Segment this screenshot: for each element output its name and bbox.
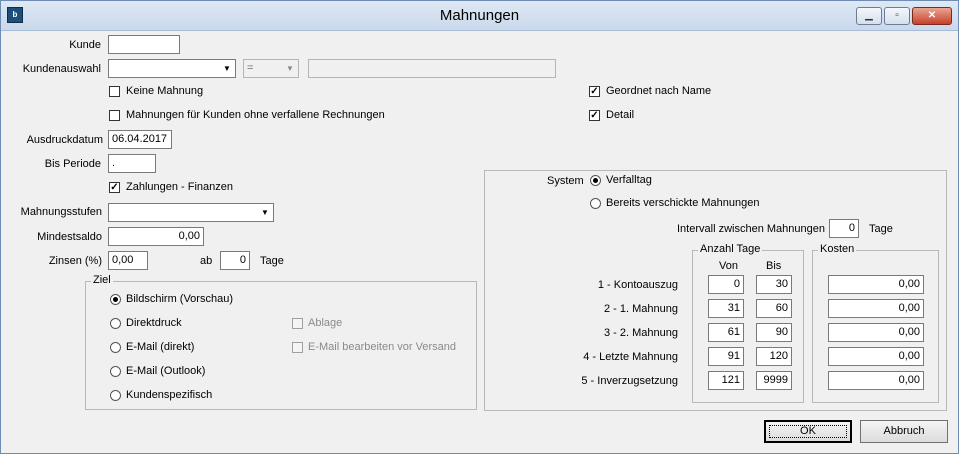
mahnungen-window: b Mahnungen ▁ ▫ ✕ Kunde Kundenauswahl ▼ … xyxy=(0,0,959,454)
email-bearbeiten-checkbox xyxy=(292,342,303,353)
ausdruckdatum-input[interactable]: 06.04.2017 xyxy=(108,130,172,149)
kosten-input[interactable]: 0,00 xyxy=(828,275,924,294)
detail-label: Detail xyxy=(606,109,635,121)
von-input[interactable]: 31 xyxy=(708,299,744,318)
kosten-input[interactable]: 0,00 xyxy=(828,323,924,342)
bis-periode-label: Bis Periode xyxy=(44,158,101,170)
kunde-label: Kunde xyxy=(69,39,101,51)
von-input[interactable]: 121 xyxy=(708,371,744,390)
stufe-label: 5 - Inverzugsetzung xyxy=(581,375,678,387)
detail-checkbox[interactable]: ✓ xyxy=(589,110,600,121)
von-input[interactable]: 61 xyxy=(708,323,744,342)
intervall-label: Intervall zwischen Mahnungen xyxy=(677,223,825,235)
ablage-checkbox xyxy=(292,318,303,329)
zahlungen-finanzen-label: Zahlungen - Finanzen xyxy=(126,181,234,193)
keine-mahnung-checkbox[interactable] xyxy=(109,86,120,97)
von-input[interactable]: 0 xyxy=(708,275,744,294)
bis-input[interactable]: 120 xyxy=(756,347,792,366)
kunde-input[interactable] xyxy=(108,35,180,54)
radio-email-outlook[interactable] xyxy=(110,366,121,377)
geordnet-nach-name-checkbox[interactable]: ✓ xyxy=(589,86,600,97)
zahlungen-finanzen-checkbox[interactable]: ✓ xyxy=(109,182,120,193)
bis-input[interactable]: 60 xyxy=(756,299,792,318)
ab-tage-input[interactable]: 0 xyxy=(220,251,250,270)
maximize-icon[interactable]: ▫ xyxy=(884,7,910,25)
mahnungsstufen-label: Mahnungsstufen xyxy=(20,206,102,218)
geordnet-nach-name-label: Geordnet nach Name xyxy=(606,85,712,97)
mahnungsstufen-combo[interactable]: ▼ xyxy=(108,203,274,222)
ziel-group-title: Ziel xyxy=(91,274,113,286)
ohne-verfallene-label: Mahnungen für Kunden ohne verfallene Rec… xyxy=(126,109,385,121)
radio-bildschirm-label: Bildschirm (Vorschau) xyxy=(126,293,233,305)
stufe-label: 3 - 2. Mahnung xyxy=(604,327,678,339)
zinsen-input[interactable]: 0,00 xyxy=(108,251,148,270)
minimize-icon[interactable]: ▁ xyxy=(856,7,882,25)
intervall-input[interactable]: 0 xyxy=(829,219,859,238)
radio-direktdruck[interactable] xyxy=(110,318,121,329)
radio-bereits-verschickte[interactable] xyxy=(590,198,601,209)
stufe-label: 2 - 1. Mahnung xyxy=(604,303,678,315)
stufe-label: 1 - Kontoauszug xyxy=(597,279,678,291)
radio-email-direkt[interactable] xyxy=(110,342,121,353)
anzahl-tage-title: Anzahl Tage xyxy=(698,243,763,255)
radio-email-outlook-label: E-Mail (Outlook) xyxy=(126,365,206,377)
radio-direktdruck-label: Direktdruck xyxy=(126,317,182,329)
stufe-label: 4 - Letzte Mahnung xyxy=(583,351,678,363)
mindestsaldo-input[interactable]: 0,00 xyxy=(108,227,204,246)
kundenauswahl-label: Kundenauswahl xyxy=(22,63,101,75)
kundenauswahl-combo[interactable]: ▼ xyxy=(108,59,236,78)
kosten-title: Kosten xyxy=(818,243,857,255)
chevron-down-icon[interactable]: ▼ xyxy=(219,60,235,77)
operator-combo: = ▼ xyxy=(243,59,299,78)
radio-bildschirm[interactable] xyxy=(110,294,121,305)
bis-input[interactable]: 90 xyxy=(756,323,792,342)
title-bar: b Mahnungen ▁ ▫ ✕ xyxy=(1,1,958,31)
ok-button[interactable]: OK xyxy=(764,420,852,443)
radio-verfalltag[interactable] xyxy=(590,175,601,186)
chevron-down-icon: ▼ xyxy=(286,64,294,73)
system-label: System xyxy=(547,175,584,187)
radio-kundenspezifisch[interactable] xyxy=(110,390,121,401)
kosten-input[interactable]: 0,00 xyxy=(828,347,924,366)
zinsen-label: Zinsen (%) xyxy=(48,255,102,267)
intervall-unit-label: Tage xyxy=(869,223,893,235)
ab-label: ab xyxy=(200,255,213,267)
radio-kundenspezifisch-label: Kundenspezifisch xyxy=(126,389,213,401)
ablage-label: Ablage xyxy=(308,317,343,329)
chevron-down-icon[interactable]: ▼ xyxy=(257,204,273,221)
close-icon[interactable]: ✕ xyxy=(912,7,952,25)
bis-periode-input[interactable]: . xyxy=(108,154,156,173)
abbruch-button[interactable]: Abbruch xyxy=(860,420,948,443)
ausdruckdatum-label: Ausdruckdatum xyxy=(26,134,103,146)
window-title: Mahnungen xyxy=(439,7,520,24)
von-input[interactable]: 91 xyxy=(708,347,744,366)
bis-input[interactable]: 9999 xyxy=(756,371,792,390)
radio-bereits-verschickte-label: Bereits verschickte Mahnungen xyxy=(606,197,760,209)
email-bearbeiten-label: E-Mail bearbeiten vor Versand xyxy=(308,341,456,353)
von-header: Von xyxy=(719,260,738,272)
bis-input[interactable]: 30 xyxy=(756,275,792,294)
ohne-verfallene-checkbox[interactable] xyxy=(109,110,120,121)
radio-verfalltag-label: Verfalltag xyxy=(606,174,652,186)
bis-header: Bis xyxy=(766,260,782,272)
operator-value: = xyxy=(247,62,254,74)
kundenauswahl-text-field xyxy=(308,59,556,78)
kosten-input[interactable]: 0,00 xyxy=(828,371,924,390)
radio-email-direkt-label: E-Mail (direkt) xyxy=(126,341,195,353)
keine-mahnung-label: Keine Mahnung xyxy=(126,85,204,97)
kosten-input[interactable]: 0,00 xyxy=(828,299,924,318)
tage-label: Tage xyxy=(260,255,284,267)
mindestsaldo-label: Mindestsaldo xyxy=(37,231,102,243)
